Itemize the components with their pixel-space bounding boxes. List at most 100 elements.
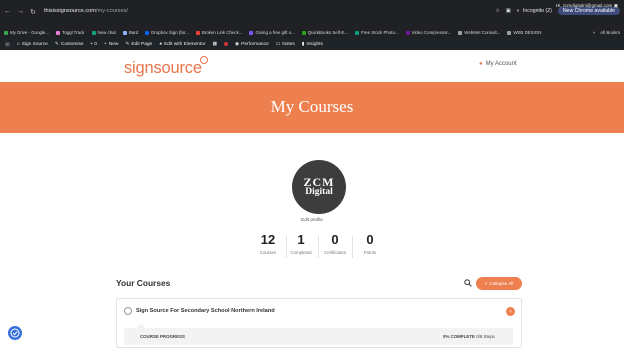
bookmark-item[interactable]: QuickBooks Self-E...: [301, 30, 348, 35]
bookmark-favicon-icon: [145, 30, 150, 35]
bookmark-label: Bard: [128, 30, 139, 35]
admin-performance[interactable]: ◉ Performance: [235, 42, 269, 47]
collapse-all-button[interactable]: ˄ Collapse All: [476, 277, 522, 290]
bookmark-label: Free Stock Photo...: [361, 30, 399, 35]
bookmark-label: My Drive - Google...: [10, 30, 50, 35]
bookmark-label: QuickBooks Self-E...: [307, 30, 348, 35]
bookmark-favicon-icon: [301, 30, 306, 35]
browser-nav-buttons: ← → ↻: [4, 8, 36, 16]
search-icon[interactable]: [464, 279, 472, 287]
bookmark-favicon-icon: [405, 30, 410, 35]
bookmark-favicon-icon: [56, 30, 61, 35]
bookmark-item[interactable]: Toggl Track: [56, 30, 85, 35]
plus-icon: +: [103, 41, 107, 47]
page-title: My Courses: [270, 97, 354, 116]
course-status-circle: [124, 307, 132, 315]
your-courses-heading: Your Courses: [116, 278, 171, 288]
incognito-icon: ◐: [516, 8, 520, 14]
reload-icon[interactable]: ↻: [30, 8, 36, 16]
bookmark-favicon-icon: [122, 30, 127, 35]
bookmark-item[interactable]: New chat: [91, 30, 116, 35]
bookmark-item[interactable]: Dropbox Sign (for...: [145, 30, 189, 35]
bookmark-item[interactable]: WebMet Consult...: [458, 30, 500, 35]
admin-new[interactable]: + New: [104, 42, 118, 47]
my-account-link[interactable]: ● My Account: [479, 61, 517, 67]
all-bookmarks-button[interactable]: » All Bookm: [588, 27, 620, 38]
wp-admin-bar: ⓦ ⌂ Sign Source ✎ Customise ▪ 0 + New ✎ Edit …: [0, 38, 624, 50]
elementor-icon: ●: [159, 41, 163, 47]
incognito-indicator[interactable]: ◐ Incognito (2): [517, 8, 552, 14]
chevron-up-icon: ˄: [484, 281, 488, 286]
bar-chart-icon: ▮: [301, 41, 305, 47]
course-progress-label: COURSE PROGRESS: [140, 334, 185, 339]
all-bookmarks-label: All Bookm: [600, 30, 620, 35]
admin-comments[interactable]: ▪ 0: [91, 42, 97, 47]
stat-label: Points: [363, 250, 377, 255]
gauge-icon: ◉: [234, 41, 240, 47]
bookmark-label: Giving a free gift o...: [255, 30, 295, 35]
bookmark-item[interactable]: Bard: [122, 30, 139, 35]
stat-value: 0: [366, 232, 374, 247]
pencil-icon: ✎: [125, 41, 130, 47]
bookmark-label: Video Compressor...: [411, 30, 452, 35]
bookmark-label: Broken Link Check...: [201, 30, 243, 35]
bookmark-item[interactable]: My Drive - Google...: [4, 30, 49, 35]
admin-edit-page[interactable]: ✎ Edit Page: [125, 42, 152, 47]
bookmarks-bar: My Drive - Google... Toggl Track New chat B…: [0, 27, 624, 38]
chevron-up-icon[interactable]: ˄: [506, 307, 515, 316]
sidebar-icon[interactable]: ▣: [506, 8, 511, 14]
site-header: [0, 50, 624, 82]
address-bar[interactable]: thisissignsource.com/my-courses/: [44, 8, 128, 14]
admin-site-name[interactable]: ⌂ Sign Source: [17, 42, 48, 47]
bookmark-item[interactable]: Video Compressor...: [405, 30, 452, 35]
bookmark-star-icon[interactable]: ☆: [495, 8, 500, 14]
bookmark-favicon-icon: [195, 30, 200, 35]
admin-notes[interactable]: ▭ Notes: [276, 42, 295, 47]
bookmark-label: WebMet Consult...: [464, 30, 501, 35]
stat-value: 0: [331, 232, 339, 247]
bookmark-item[interactable]: Giving a free gift o...: [249, 30, 295, 35]
admin-customise[interactable]: ✎ Customise: [55, 42, 84, 47]
brush-icon: ✎: [54, 41, 59, 47]
bookmark-favicon-icon: [249, 30, 254, 35]
url-host: thisissignsource.com: [44, 8, 96, 14]
admin-greeting[interactable]: Hi, zcmdigitalni@gmail.com ▣: [556, 3, 618, 9]
stat-label: Certificates: [324, 250, 346, 255]
admin-insights[interactable]: ▮ Insights: [302, 42, 323, 47]
home-icon: ⌂: [16, 41, 20, 47]
bookmark-favicon-icon: [355, 30, 359, 35]
logo-circle-icon: [200, 56, 208, 64]
more-bookmarks-icon: »: [592, 30, 596, 35]
edit-profile-link[interactable]: Edit profile: [0, 217, 624, 222]
stat-certificates: 0 Certificates: [315, 232, 355, 255]
bookmark-label: Toggl Track: [62, 30, 85, 35]
comment-icon: ▪: [90, 41, 93, 47]
bookmark-item[interactable]: WEB DESIGN: [507, 30, 541, 35]
progress-steps: 0/8 Steps: [476, 334, 495, 339]
back-icon[interactable]: ←: [4, 8, 11, 16]
note-icon: ▭: [275, 41, 281, 47]
wp-logo-icon[interactable]: ⓦ: [5, 41, 10, 48]
bookmark-favicon-icon: [91, 30, 96, 35]
bookmark-item[interactable]: Broken Link Check...: [195, 30, 243, 35]
bookmark-favicon-icon: [507, 30, 512, 35]
stat-points: 0 Points: [350, 232, 390, 255]
bookmark-favicon-icon: [4, 30, 8, 35]
admin-grid-icon[interactable]: ▦: [212, 42, 217, 47]
bookmark-item[interactable]: Free Stock Photo...: [355, 30, 399, 35]
avatar: ZCM Digital: [292, 160, 346, 214]
accessibility-badge-icon[interactable]: [8, 326, 22, 340]
url-path: /my-courses/: [95, 8, 128, 14]
bookmark-favicon-icon: [458, 30, 463, 35]
progress-percent: 0% COMPLETE: [443, 334, 475, 339]
site-logo[interactable]: signsource: [124, 59, 202, 78]
admin-edit-elementor[interactable]: ● Edit with Elementor: [159, 42, 205, 47]
avatar-line2: Digital: [305, 187, 333, 198]
bookmark-label: Dropbox Sign (for...: [151, 30, 189, 35]
person-icon: ●: [479, 61, 483, 67]
course-title-link[interactable]: Sign Source For Secondary School Norther…: [136, 308, 275, 314]
course-progress-value: 0% COMPLETE 0/8 Steps: [443, 334, 495, 339]
check-circle-icon: [10, 328, 20, 338]
forward-icon[interactable]: →: [17, 8, 24, 16]
bookmark-label: New chat: [97, 30, 116, 35]
